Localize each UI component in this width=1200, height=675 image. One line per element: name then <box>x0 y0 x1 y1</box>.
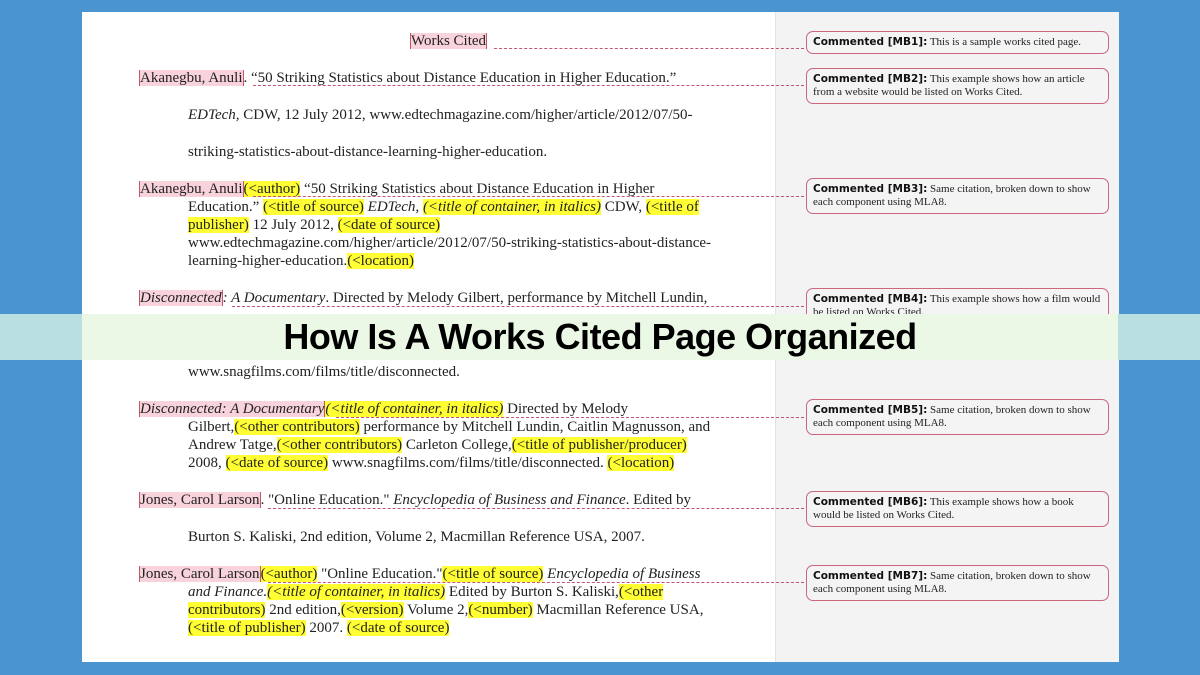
mla-tag-date: (<date of source) <box>346 620 450 636</box>
comment-mb1[interactable]: Commented [MB1]: This is a sample works … <box>806 31 1109 54</box>
comment-anchor[interactable]: Akanegbu, Anuli <box>139 70 244 86</box>
comment-connector <box>268 582 804 583</box>
entry-6-line-3: contributors) 2nd edition,(<version) Vol… <box>188 602 704 618</box>
mla-tag-title-of-source: (<title of source) <box>262 199 364 215</box>
mla-tag-date: (<date of source) <box>337 217 441 233</box>
mla-tag-publisher: (<title of publisher) <box>188 620 306 636</box>
comment-connector <box>336 417 804 418</box>
entry-4-line-3: Andrew Tatge,(<other contributors) Carle… <box>188 437 687 453</box>
entry-5-line-1: Jones, Carol Larson. "Online Education."… <box>139 492 692 508</box>
works-cited-heading: Works Cited <box>410 33 488 49</box>
entry-1-line-3: striking-statistics-about-distance-learn… <box>188 144 548 160</box>
banner-title: How Is A Works Cited Page Organized <box>283 316 917 357</box>
mla-tag-publisher: (<title of <box>645 199 699 215</box>
comment-connector <box>232 306 804 307</box>
mla-tag-container: (<title of container, in italics) <box>422 199 601 215</box>
entry-4-line-2: Gilbert,(<other contributors) performanc… <box>188 419 711 435</box>
entry-3-line-3: www.snagfilms.com/films/title/disconnect… <box>188 364 460 380</box>
mla-tag-other-contributors: (<other contributors) <box>234 419 360 435</box>
entry-5-line-2: Burton S. Kaliski, 2nd edition, Volume 2… <box>188 529 645 545</box>
entry-6-line-4: (<title of publisher) 2007. (<date of so… <box>188 620 450 636</box>
entry-1-line-2: EDTech, CDW, 12 July 2012, www.edtechmag… <box>188 107 693 123</box>
comment-connector <box>253 196 804 197</box>
entry-6-line-1: Jones, Carol Larson(<author) "Online Edu… <box>139 566 701 582</box>
comment-anchor[interactable]: Disconnected: A Documentary <box>139 401 326 417</box>
mla-tag-other-contributors: (<other contributors) <box>276 437 403 453</box>
comment-anchor[interactable]: Disconnected <box>139 290 223 306</box>
comment-mb5[interactable]: Commented [MB5]: Same citation, broken d… <box>806 399 1109 435</box>
mla-tag-location: (<location) <box>607 455 675 471</box>
comment-mb7[interactable]: Commented [MB7]: Same citation, broken d… <box>806 565 1109 601</box>
comment-anchor[interactable]: Jones, Carol Larson <box>139 492 261 508</box>
mla-tag-author: (<author) <box>243 181 301 197</box>
entry-4-line-1: Disconnected: A Documentary(<title of co… <box>139 401 628 417</box>
comment-connector <box>253 85 804 86</box>
comment-mb6[interactable]: Commented [MB6]: This example shows how … <box>806 491 1109 527</box>
entry-2-line-3: publisher) 12 July 2012, (<date of sourc… <box>188 217 441 233</box>
mla-tag-date: (<date of source) <box>225 455 329 471</box>
entry-6-line-2: and Finance.(<title of container, in ita… <box>188 584 664 600</box>
entry-4-line-4: 2008, (<date of source) www.snagfilms.co… <box>188 455 675 471</box>
comment-mb3[interactable]: Commented [MB3]: Same citation, broken d… <box>806 178 1109 214</box>
mla-tag-version: (<version) <box>340 602 404 618</box>
entry-2-line-5: learning-higher-education.(<location) <box>188 253 414 269</box>
comment-connector <box>494 48 804 49</box>
entry-2-line-4: www.edtechmagazine.com/higher/article/20… <box>188 235 712 251</box>
mla-tag-title-of-source: (<title of source) <box>442 566 544 582</box>
entry-2-line-2: Education.” (<title of source) EDTech, (… <box>188 199 699 215</box>
mla-tag-number: (<number) <box>468 602 533 618</box>
comment-connector <box>268 508 804 509</box>
comment-anchor[interactable]: Jones, Carol Larson <box>139 566 261 582</box>
mla-tag-author: (<author) <box>260 566 318 582</box>
mla-tag-publisher: (<title of publisher/producer) <box>511 437 687 453</box>
comment-anchor[interactable]: Akanegbu, Anuli <box>139 181 244 197</box>
comment-mb2[interactable]: Commented [MB2]: This example shows how … <box>806 68 1109 104</box>
mla-tag-location: (<location) <box>347 253 414 269</box>
mla-tag-container: (<title of container, in italics) <box>325 401 504 417</box>
mla-tag-other-contributors: (<other <box>618 584 664 600</box>
mla-tag-container: (<title of container, in italics) <box>267 584 446 600</box>
entry-3-line-1: Disconnected: A Documentary. Directed by… <box>139 290 708 306</box>
